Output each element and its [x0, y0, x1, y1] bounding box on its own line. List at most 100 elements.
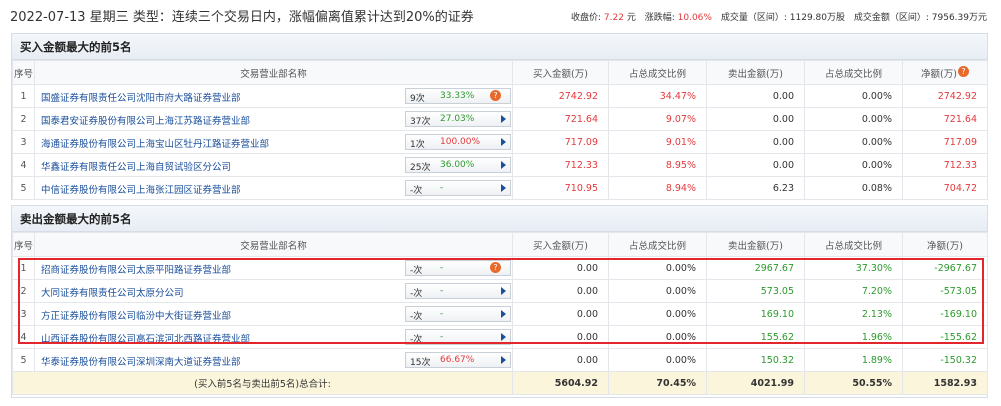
play-arrow-icon[interactable] — [501, 287, 506, 295]
play-arrow-icon[interactable] — [501, 138, 506, 146]
sell-amount: 573.05 — [706, 279, 805, 303]
dept-link[interactable]: 华泰证券股份有限公司深圳深南大道证券营业部 — [41, 354, 241, 368]
history-tag[interactable]: -次 - — [405, 283, 511, 299]
total-sell: 4021.99 — [706, 371, 805, 395]
sell-ratio: 0.00% — [804, 84, 903, 108]
sell-amount: 0.00 — [706, 130, 805, 154]
sell-table-header: 序号 交易营业部名称 买入金额(万) 占总成交比例 卖出金额(万) 占总成交比例… — [12, 232, 988, 257]
sell-amount: 0.00 — [706, 107, 805, 131]
buy-amount: 721.64 — [512, 107, 609, 131]
table-row: 3 方正证券股份有限公司临汾中大街证券营业部 -次 - 0.00 0.00% 169.10 2… — [12, 302, 988, 326]
row-index: 3 — [12, 302, 35, 326]
buy-ratio: 9.01% — [608, 130, 707, 154]
play-arrow-icon[interactable] — [501, 356, 506, 364]
dept-cell: 方正证券股份有限公司临汾中大街证券营业部 -次 - — [34, 302, 513, 326]
total-row: (买入前5名与卖出前5名)总合计: 5604.92 70.45% 4021.99… — [12, 371, 988, 395]
buy-ratio: 0.00% — [608, 348, 707, 372]
dept-link[interactable]: 国泰君安证券股份有限公司上海江苏路证券营业部 — [41, 113, 250, 127]
help-icon[interactable]: ? — [490, 90, 501, 101]
close-value: 7.22 — [603, 13, 624, 23]
history-tag[interactable]: -次 - — [405, 180, 511, 196]
col-sell-ratio: 占总成交比例 — [804, 60, 903, 85]
history-tag[interactable]: 37次 27.03% — [405, 111, 511, 127]
stock-stats: 收盘价: 7.22 元 涨跌幅: 10.06% 成交量（区间）: 1129.80… — [571, 10, 987, 23]
dept-cell: 海通证券股份有限公司上海宝山区牡丹江路证券营业部 1次 100.00% — [34, 130, 513, 154]
dept-link[interactable]: 华鑫证券有限责任公司上海自贸试验区分公司 — [41, 159, 231, 173]
net-amount: 712.33 — [902, 153, 988, 177]
total-label: (买入前5名与卖出前5名)总合计: — [12, 371, 513, 395]
change-label: 涨跌幅: — [644, 13, 675, 23]
help-icon[interactable]: ? — [957, 65, 969, 77]
dept-link[interactable]: 海通证券股份有限公司上海宝山区牡丹江路证券营业部 — [41, 136, 269, 150]
row-index: 3 — [12, 130, 35, 154]
sell-table: 序号 交易营业部名称 买入金额(万) 占总成交比例 卖出金额(万) 占总成交比例… — [12, 232, 988, 395]
history-tag[interactable]: -次 - — [405, 329, 511, 345]
appear-count: 15次 — [410, 358, 431, 368]
win-rate: 36.00% — [440, 160, 475, 170]
play-arrow-icon[interactable] — [501, 333, 506, 341]
dept-cell: 国盛证券有限责任公司沈阳市府大路证券营业部 9次 33.33%? — [34, 84, 513, 108]
buy-ratio: 9.07% — [608, 107, 707, 131]
buy-amount: 0.00 — [512, 256, 609, 280]
buy-top5-panel: 买入金额最大的前5名 序号 交易营业部名称 买入金额(万) 占总成交比例 卖出金… — [11, 33, 988, 200]
total-buy: 5604.92 — [512, 371, 609, 395]
history-tag[interactable]: 25次 36.00% — [405, 157, 511, 173]
volume-label: 成交量（区间）: — [720, 13, 787, 23]
history-tag[interactable]: 15次 66.67% — [405, 352, 511, 368]
net-amount: -2967.67 — [902, 256, 988, 280]
win-rate: 66.67% — [440, 355, 475, 365]
buy-amount: 717.09 — [512, 130, 609, 154]
dept-cell: 中信证券股份有限公司上海张江园区证券营业部 -次 - — [34, 176, 513, 200]
buy-amount: 0.00 — [512, 302, 609, 326]
col-dept: 交易营业部名称 — [34, 60, 513, 85]
appear-count: 37次 — [410, 117, 431, 127]
win-rate: 100.00% — [440, 137, 481, 147]
dept-link[interactable]: 国盛证券有限责任公司沈阳市府大路证券营业部 — [41, 90, 241, 104]
total-net: 1582.93 — [902, 371, 988, 395]
sell-ratio: 7.20% — [804, 279, 903, 303]
buy-amount: 712.33 — [512, 153, 609, 177]
dept-cell: 国泰君安证券股份有限公司上海江苏路证券营业部 37次 27.03% — [34, 107, 513, 131]
sell-ratio: 0.00% — [804, 107, 903, 131]
play-arrow-icon[interactable] — [501, 115, 506, 123]
sell-amount: 155.62 — [706, 325, 805, 349]
appear-count: -次 — [410, 266, 423, 276]
sell-top5-panel: 卖出金额最大的前5名 序号 交易营业部名称 买入金额(万) 占总成交比例 卖出金… — [11, 205, 988, 398]
dept-link[interactable]: 中信证券股份有限公司上海张江园区证券营业部 — [41, 182, 241, 196]
amount-label: 成交金额（区间）: — [853, 13, 929, 23]
play-arrow-icon[interactable] — [501, 184, 506, 192]
history-tag[interactable]: -次 - — [405, 306, 511, 322]
col-idx: 序号 — [12, 60, 35, 85]
dept-cell: 招商证券股份有限公司太原平阳路证券营业部 -次 -? — [34, 256, 513, 280]
appear-count: 9次 — [410, 94, 425, 104]
page-header: 2022-07-13 星期三 类型：连续三个交易日内，涨幅偏离值累计达到20%的… — [0, 0, 1001, 30]
play-arrow-icon[interactable] — [501, 310, 506, 318]
table-row: 4 华鑫证券有限责任公司上海自贸试验区分公司 25次 36.00% 712.33 8.95… — [12, 153, 988, 177]
dept-link[interactable]: 方正证券股份有限公司临汾中大街证券营业部 — [41, 308, 231, 322]
total-buy-ratio: 70.45% — [608, 371, 707, 395]
sell-ratio: 0.00% — [804, 130, 903, 154]
col-buy: 买入金额(万) — [512, 60, 609, 85]
history-tag[interactable]: 9次 33.33%? — [405, 88, 511, 104]
buy-ratio: 34.47% — [608, 84, 707, 108]
sell-ratio: 1.96% — [804, 325, 903, 349]
sell-section-title: 卖出金额最大的前5名 — [12, 206, 987, 232]
row-index: 2 — [12, 107, 35, 131]
row-index: 2 — [12, 279, 35, 303]
dept-link[interactable]: 大同证券有限责任公司太原分公司 — [41, 285, 184, 299]
col-sell-ratio: 占总成交比例 — [804, 232, 903, 257]
buy-ratio: 0.00% — [608, 279, 707, 303]
history-tag[interactable]: -次 -? — [405, 260, 511, 276]
play-arrow-icon[interactable] — [501, 161, 506, 169]
help-icon[interactable]: ? — [490, 262, 501, 273]
appear-count: 1次 — [410, 140, 425, 150]
row-index: 4 — [12, 153, 35, 177]
dept-link[interactable]: 山西证券股份有限公司高石滨河北西路证券营业部 — [41, 331, 250, 345]
history-tag[interactable]: 1次 100.00% — [405, 134, 511, 150]
amount-value: 7956.39万元 — [931, 13, 987, 23]
total-sell-ratio: 50.55% — [804, 371, 903, 395]
col-buy: 买入金额(万) — [512, 232, 609, 257]
buy-ratio: 0.00% — [608, 325, 707, 349]
dept-link[interactable]: 招商证券股份有限公司太原平阳路证券营业部 — [41, 262, 231, 276]
table-row: 2 大同证券有限责任公司太原分公司 -次 -0.00 0.00% 573.05 7.20% -… — [12, 279, 988, 303]
